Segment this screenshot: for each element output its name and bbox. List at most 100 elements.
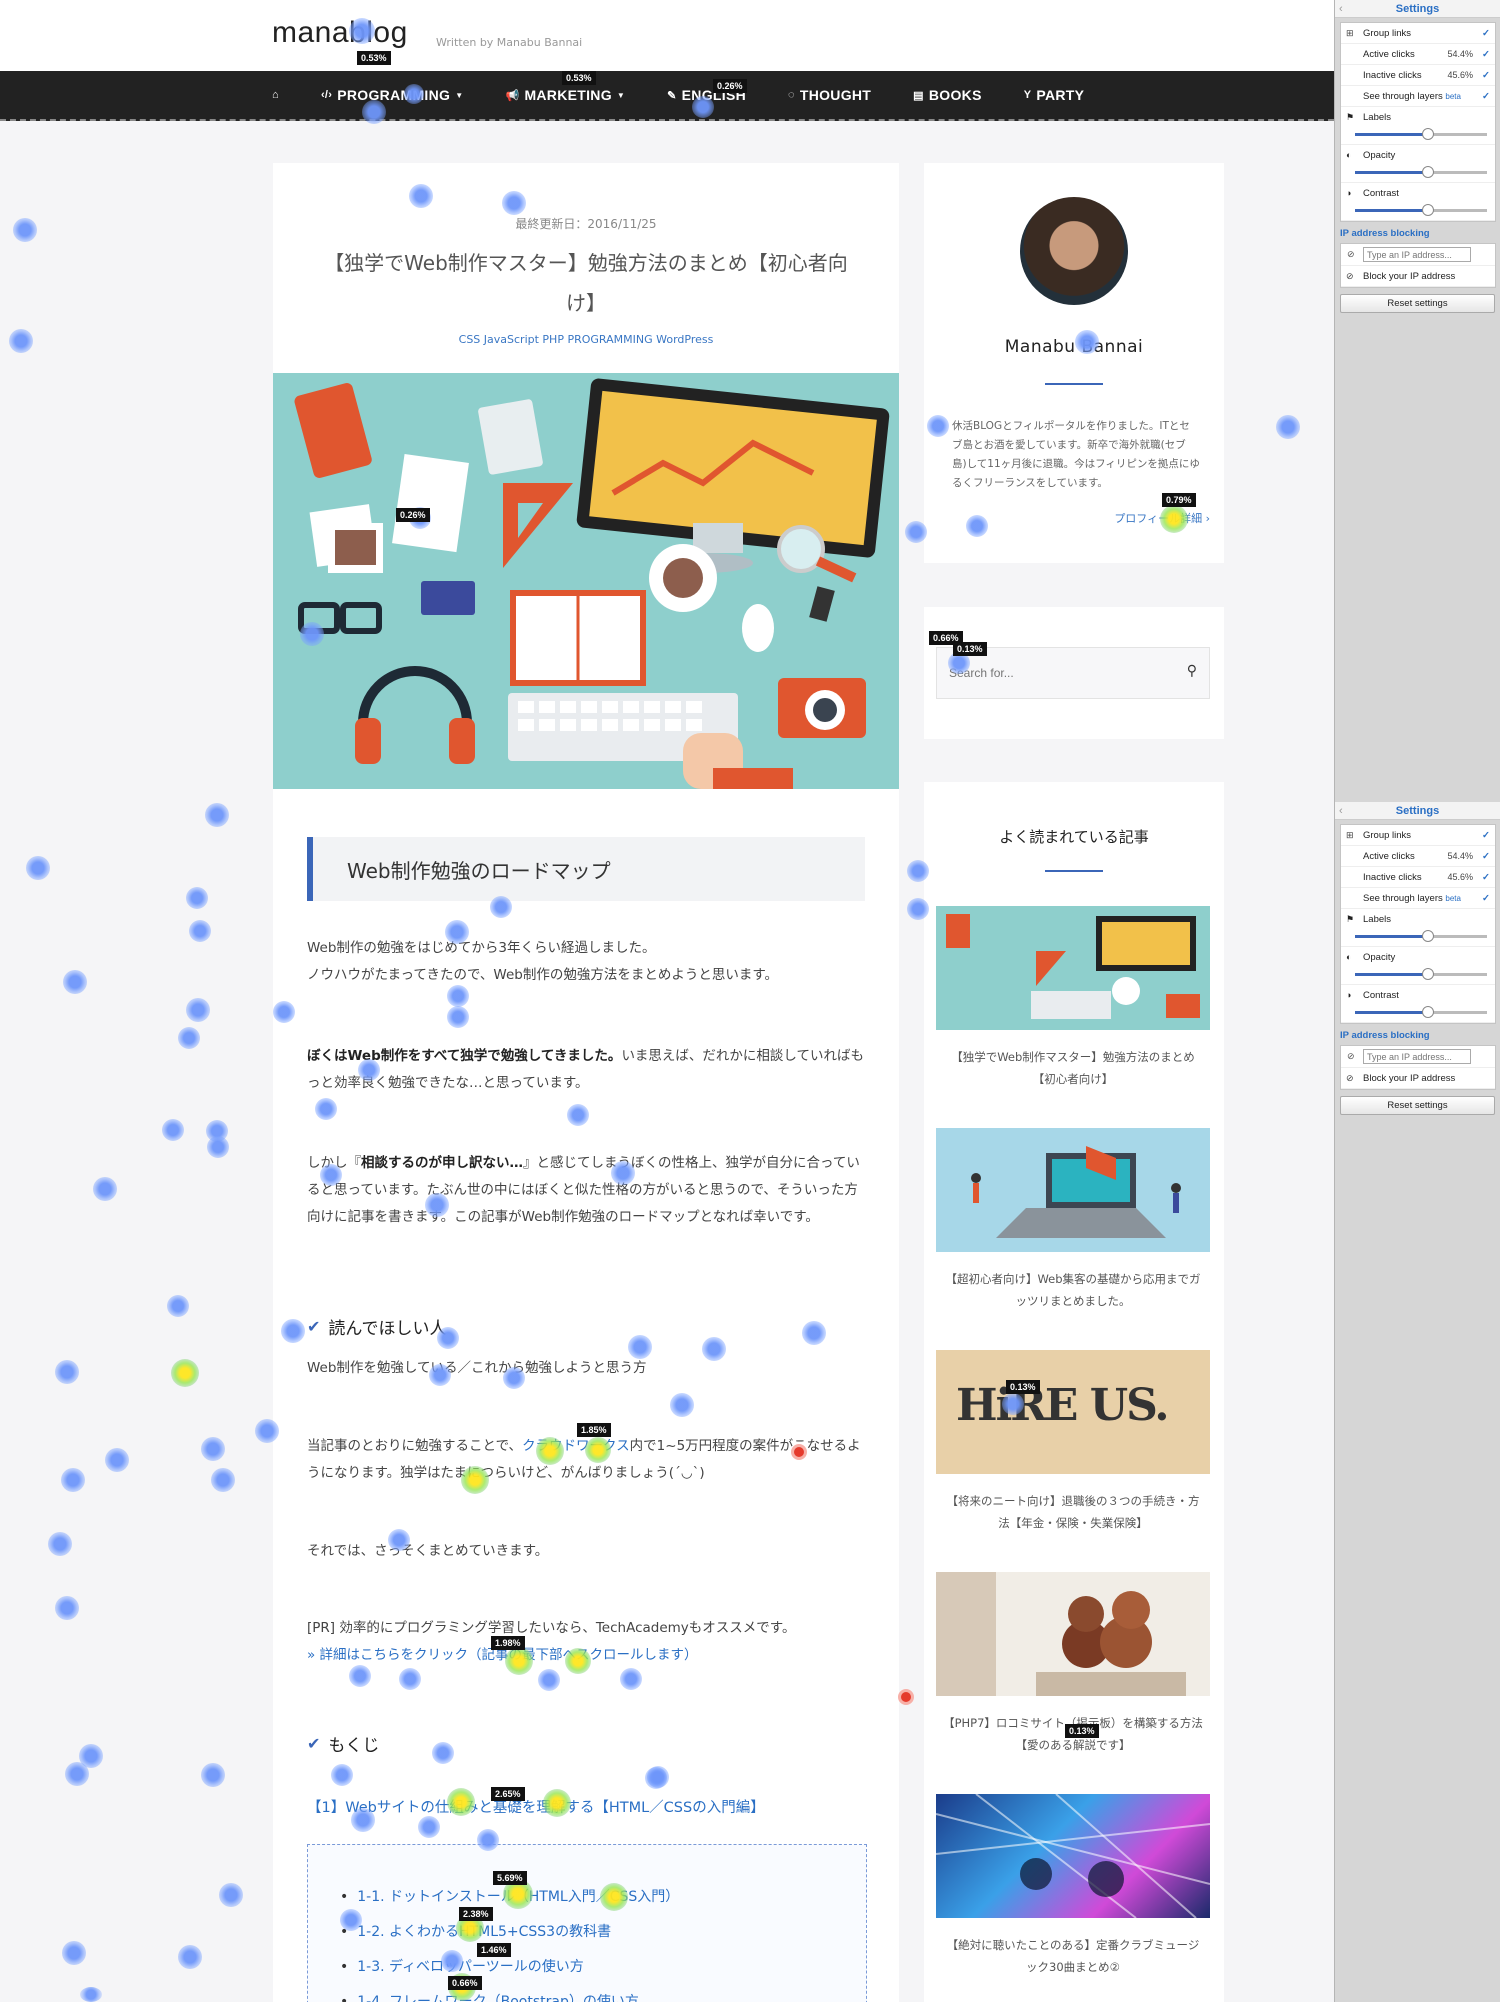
contrast-icon: ◑ <box>1346 188 1352 198</box>
heatmap-dot <box>205 803 229 827</box>
reset-settings-button[interactable]: Reset settings <box>1340 294 1495 313</box>
labels-slider[interactable]: ⚑ Labels <box>1341 107 1495 145</box>
heatmap-dot <box>351 1808 375 1832</box>
self-study-paragraph: ぼくはWeb制作をすべて独学で勉強してきました。いま思えば、だれかに相談していれ… <box>307 1048 865 1091</box>
ip-input-row: ⊘ <box>1341 244 1495 266</box>
ip-blocking-heading: IP address blocking <box>1340 1030 1430 1041</box>
nav-item-home[interactable]: ⌂ <box>272 89 279 101</box>
nav-item-thought[interactable]: ◌ THOUGHT <box>788 87 871 103</box>
see-through-layers-toggle[interactable]: See through layers beta ✓ <box>1341 86 1495 107</box>
click-percentage-badge: 2.65% <box>491 1787 525 1801</box>
heatmap-dot <box>536 1437 564 1465</box>
click-percentage-badge: 0.13% <box>953 642 987 656</box>
post-thumbnail[interactable] <box>936 1794 1210 1918</box>
article-tags[interactable]: CSS JavaScript PHP PROGRAMMING WordPress <box>273 333 899 346</box>
post-caption[interactable]: 【将来のニート向け】退職後の３つの手続き・方法【年金・保険・失業保険】 <box>936 1490 1210 1534</box>
checkmark-icon[interactable]: ✓ <box>1482 86 1490 107</box>
nav-item-books[interactable]: ▤ BOOKS <box>913 87 982 103</box>
post-thumbnail[interactable] <box>936 1128 1210 1252</box>
heatmap-dot <box>432 1742 454 1764</box>
ip-input-row: ⊘ <box>1341 1046 1495 1068</box>
opacity-slider[interactable]: ◐ Opacity <box>1341 947 1495 985</box>
heatmap-dot <box>331 1764 353 1786</box>
opacity-slider[interactable]: ◐ Opacity <box>1341 145 1495 183</box>
post-thumbnail[interactable] <box>936 906 1210 1030</box>
post-caption[interactable]: 【独学でWeb制作マスター】勉強方法のまとめ【初心者向け】 <box>936 1046 1210 1090</box>
toc-item[interactable]: 1-4. フレームワーク（Bootstrap）の使い方 <box>340 1991 639 2002</box>
slider-knob[interactable] <box>1421 128 1434 140</box>
popular-post[interactable]: 【絶対に聴いたことのある】定番クラブミュージック30曲まとめ② <box>936 1794 1210 1978</box>
group-links-toggle[interactable]: ⊞ Group links ✓ <box>1341 825 1495 846</box>
checkmark-icon[interactable]: ✓ <box>1482 825 1490 846</box>
heatmap-dot <box>927 415 949 437</box>
heatmap-dot <box>502 191 526 215</box>
post-thumbnail[interactable]: HiRE US. <box>936 1350 1210 1474</box>
heatmap-dot <box>388 1529 410 1551</box>
heatmap-dot <box>26 856 50 880</box>
post-caption[interactable]: 【絶対に聴いたことのある】定番クラブミュージック30曲まとめ② <box>936 1934 1210 1978</box>
heatmap-dot <box>9 329 33 353</box>
heatmap-dot <box>80 1987 102 2002</box>
home-icon: ⌂ <box>272 89 279 101</box>
checkmark-icon[interactable]: ✓ <box>1482 65 1490 86</box>
popular-post[interactable]: HiRE US. 【将来のニート向け】退職後の３つの手続き・方法【年金・保険・失… <box>936 1350 1210 1534</box>
checkmark-icon[interactable]: ✓ <box>1482 867 1490 888</box>
toc-heading: ✔ もくじ <box>307 1734 380 1756</box>
heatmap-dot <box>178 1945 202 1969</box>
see-through-layers-toggle[interactable]: See through layers beta ✓ <box>1341 888 1495 909</box>
opacity-icon: ◐ <box>1346 150 1352 160</box>
ip-address-input[interactable] <box>1363 1049 1471 1064</box>
group-links-toggle[interactable]: ⊞ Group links ✓ <box>1341 23 1495 44</box>
reset-settings-button[interactable]: Reset settings <box>1340 1096 1495 1115</box>
avatar[interactable] <box>1020 197 1128 305</box>
active-clicks-toggle[interactable]: Active clicks 54.4% ✓ <box>1341 44 1495 65</box>
block-own-ip-option[interactable]: ⊘ Block your IP address <box>1341 266 1495 287</box>
inactive-clicks-toggle[interactable]: Inactive clicks 45.6% ✓ <box>1341 867 1495 888</box>
slider-knob[interactable] <box>1421 204 1434 216</box>
heatmap-dot <box>670 1393 694 1417</box>
slider-knob[interactable] <box>1421 968 1434 980</box>
heatmap-dot <box>61 1468 85 1492</box>
checkmark-icon[interactable]: ✓ <box>1482 888 1490 909</box>
article-title: 【独学でWeb制作マスター】勉強方法のまとめ【初心者向け】 <box>324 251 848 315</box>
post-caption[interactable]: 【超初心者向け】Web集客の基礎から応用までガッツリまとめました。 <box>936 1268 1210 1312</box>
heatmap-dot <box>461 1466 489 1494</box>
checkmark-icon[interactable]: ✓ <box>1482 44 1490 65</box>
labels-slider[interactable]: ⚑ Labels <box>1341 909 1495 947</box>
slider-knob[interactable] <box>1421 930 1434 942</box>
popular-post[interactable]: 【超初心者向け】Web集客の基礎から応用までガッツリまとめました。 <box>936 1128 1210 1312</box>
back-arrow-icon[interactable]: ‹ <box>1339 802 1343 820</box>
inactive-clicks-toggle[interactable]: Inactive clicks 45.6% ✓ <box>1341 65 1495 86</box>
cocktail-icon: Y <box>1023 89 1032 101</box>
heatmap-dot <box>425 1193 449 1217</box>
nav-item-marketing[interactable]: 📢 MARKETING ▼ <box>505 87 625 103</box>
profile-bio: 休活BLOGとフィルポータルを作りました。ITとセブ島とお酒を愛しています。新卒… <box>952 420 1200 489</box>
heatmap-dot <box>567 1104 589 1126</box>
heatmap-dot <box>189 920 211 942</box>
active-clicks-toggle[interactable]: Active clicks 54.4% ✓ <box>1341 846 1495 867</box>
contrast-slider[interactable]: ◑ Contrast <box>1341 985 1495 1023</box>
contrast-slider[interactable]: ◑ Contrast <box>1341 183 1495 221</box>
heatmap-hotspot <box>898 1689 914 1705</box>
toc-section-1-link[interactable]: 【1】Webサイトの仕組みと基礎を理解する【HTML／CSSの入門編】 <box>307 1796 765 1817</box>
site-logo[interactable]: manablog <box>272 16 408 50</box>
popular-post[interactable]: 【独学でWeb制作マスター】勉強方法のまとめ【初心者向け】 <box>936 906 1210 1090</box>
checkmark-icon[interactable]: ✓ <box>1482 846 1490 867</box>
back-arrow-icon[interactable]: ‹ <box>1339 0 1343 18</box>
nav-item-programming[interactable]: ‹/› PROGRAMMING ▼ <box>321 87 463 103</box>
slider-knob[interactable] <box>1421 1006 1434 1018</box>
book-icon: ▤ <box>913 89 924 102</box>
ip-address-input[interactable] <box>1363 247 1471 262</box>
search-icon[interactable]: ⚲ <box>1187 663 1197 679</box>
slider-knob[interactable] <box>1421 166 1434 178</box>
heatmap-dot <box>399 1668 421 1690</box>
hero-illustration <box>273 373 899 789</box>
checkmark-icon[interactable]: ✓ <box>1482 23 1490 44</box>
post-thumbnail[interactable] <box>936 1572 1210 1696</box>
click-percentage-badge: 5.69% <box>493 1871 527 1885</box>
heatmap-dot <box>340 1909 362 1931</box>
block-own-ip-option[interactable]: ⊘ Block your IP address <box>1341 1068 1495 1089</box>
personality-paragraph: しかし『相談するのが申し訳ない…』と感じてしまうぼくの性格上、独学が自分に合って… <box>307 1155 860 1225</box>
nav-item-party[interactable]: Y PARTY <box>1024 87 1085 103</box>
settings-header: ‹ Settings <box>1335 0 1500 18</box>
